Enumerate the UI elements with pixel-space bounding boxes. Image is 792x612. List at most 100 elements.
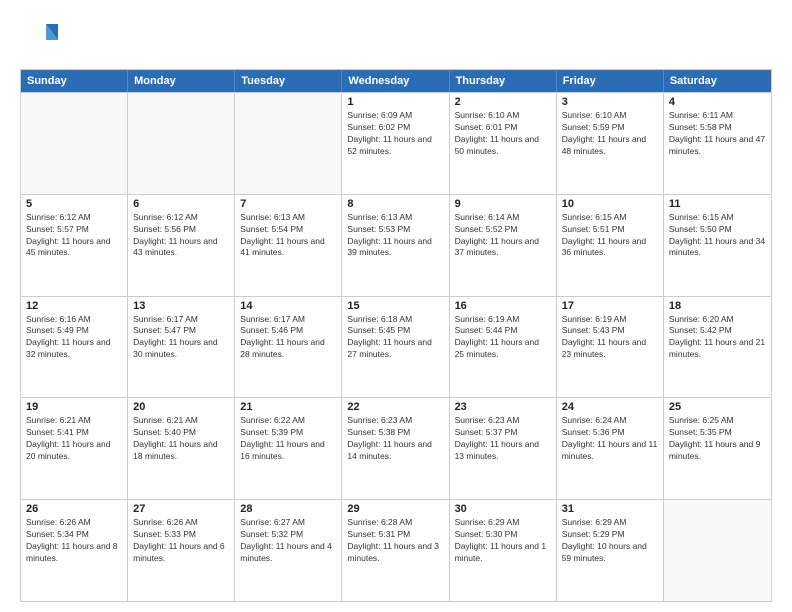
calendar-cell: 31 Sunrise: 6:29 AMSunset: 5:29 PMDayligh… [557, 500, 664, 601]
cell-info: Sunrise: 6:13 AMSunset: 5:54 PMDaylight:… [240, 212, 336, 260]
header-day-friday: Friday [557, 70, 664, 92]
calendar-cell: 25 Sunrise: 6:25 AMSunset: 5:35 PMDayligh… [664, 398, 771, 499]
cell-info: Sunrise: 6:18 AMSunset: 5:45 PMDaylight:… [347, 314, 443, 362]
cell-info: Sunrise: 6:27 AMSunset: 5:32 PMDaylight:… [240, 517, 336, 565]
cell-day-number: 6 [133, 198, 229, 210]
calendar-row-1: 5Sunrise: 6:12 AMSunset: 5:57 PMDaylight… [21, 194, 771, 296]
calendar-cell: 4Sunrise: 6:11 AMSunset: 5:58 PMDaylight… [664, 93, 771, 194]
cell-info: Sunrise: 6:10 AMSunset: 5:59 PMDaylight:… [562, 110, 658, 158]
calendar-cell: 9 Sunrise: 6:14 AMSunset: 5:52 PMDaylight… [450, 195, 557, 296]
calendar-cell: 8 Sunrise: 6:13 AMSunset: 5:53 PMDaylight… [342, 195, 449, 296]
cell-day-number: 1 [347, 96, 443, 108]
cell-info: Sunrise: 6:19 AMSunset: 5:44 PMDaylight:… [455, 314, 551, 362]
cell-info: Sunrise: 6:26 AMSunset: 5:33 PMDaylight:… [133, 517, 229, 565]
calendar-row-0: 1 Sunrise: 6:09 AMSunset: 6:02 PMDaylight… [21, 92, 771, 194]
header-day-saturday: Saturday [664, 70, 771, 92]
cell-info: Sunrise: 6:23 AMSunset: 5:38 PMDaylight:… [347, 415, 443, 463]
cell-day-number: 21 [240, 401, 336, 413]
header-day-wednesday: Wednesday [342, 70, 449, 92]
cell-info: Sunrise: 6:26 AMSunset: 5:34 PMDaylight:… [26, 517, 122, 565]
cell-info: Sunrise: 6:13 AMSunset: 5:53 PMDaylight:… [347, 212, 443, 260]
cell-day-number: 8 [347, 198, 443, 210]
calendar-header: SundayMondayTuesdayWednesdayThursdayFrid… [21, 70, 771, 92]
header-day-tuesday: Tuesday [235, 70, 342, 92]
cell-info: Sunrise: 6:21 AMSunset: 5:40 PMDaylight:… [133, 415, 229, 463]
cell-day-number: 16 [455, 300, 551, 312]
cell-day-number: 24 [562, 401, 658, 413]
calendar-row-2: 12Sunrise: 6:16 AMSunset: 5:49 PMDayligh… [21, 296, 771, 398]
page: SundayMondayTuesdayWednesdayThursdayFrid… [0, 0, 792, 612]
cell-info: Sunrise: 6:22 AMSunset: 5:39 PMDaylight:… [240, 415, 336, 463]
cell-info: Sunrise: 6:17 AMSunset: 5:46 PMDaylight:… [240, 314, 336, 362]
cell-day-number: 29 [347, 503, 443, 515]
calendar-row-3: 19 Sunrise: 6:21 AMSunset: 5:41 PMDayligh… [21, 397, 771, 499]
calendar-cell: 1 Sunrise: 6:09 AMSunset: 6:02 PMDaylight… [342, 93, 449, 194]
calendar-cell: 30Sunrise: 6:29 AMSunset: 5:30 PMDayligh… [450, 500, 557, 601]
calendar-cell: 27Sunrise: 6:26 AMSunset: 5:33 PMDayligh… [128, 500, 235, 601]
calendar-cell: 21 Sunrise: 6:22 AMSunset: 5:39 PMDayligh… [235, 398, 342, 499]
calendar-cell: 6 Sunrise: 6:12 AMSunset: 5:56 PMDaylight… [128, 195, 235, 296]
cell-info: Sunrise: 6:24 AMSunset: 5:36 PMDaylight:… [562, 415, 658, 463]
cell-day-number: 28 [240, 503, 336, 515]
calendar-cell [128, 93, 235, 194]
calendar-row-4: 26 Sunrise: 6:26 AMSunset: 5:34 PMDayligh… [21, 499, 771, 601]
cell-info: Sunrise: 6:29 AMSunset: 5:30 PMDaylight:… [455, 517, 551, 565]
calendar-cell: 18 Sunrise: 6:20 AMSunset: 5:42 PMDayligh… [664, 297, 771, 398]
calendar-cell: 11 Sunrise: 6:15 AMSunset: 5:50 PMDayligh… [664, 195, 771, 296]
cell-day-number: 7 [240, 198, 336, 210]
header-day-thursday: Thursday [450, 70, 557, 92]
cell-day-number: 20 [133, 401, 229, 413]
header [20, 18, 772, 61]
cell-day-number: 22 [347, 401, 443, 413]
calendar-cell: 14 Sunrise: 6:17 AMSunset: 5:46 PMDayligh… [235, 297, 342, 398]
cell-day-number: 3 [562, 96, 658, 108]
calendar-cell: 2Sunrise: 6:10 AMSunset: 6:01 PMDaylight… [450, 93, 557, 194]
calendar-cell: 29 Sunrise: 6:28 AMSunset: 5:31 PMDayligh… [342, 500, 449, 601]
calendar-cell: 22 Sunrise: 6:23 AMSunset: 5:38 PMDayligh… [342, 398, 449, 499]
cell-day-number: 4 [669, 96, 766, 108]
cell-day-number: 19 [26, 401, 122, 413]
calendar-cell: 23Sunrise: 6:23 AMSunset: 5:37 PMDayligh… [450, 398, 557, 499]
calendar-cell: 19 Sunrise: 6:21 AMSunset: 5:41 PMDayligh… [21, 398, 128, 499]
cell-info: Sunrise: 6:09 AMSunset: 6:02 PMDaylight:… [347, 110, 443, 158]
cell-info: Sunrise: 6:17 AMSunset: 5:47 PMDaylight:… [133, 314, 229, 362]
cell-day-number: 31 [562, 503, 658, 515]
cell-info: Sunrise: 6:21 AMSunset: 5:41 PMDaylight:… [26, 415, 122, 463]
calendar-cell [235, 93, 342, 194]
cell-day-number: 14 [240, 300, 336, 312]
cell-info: Sunrise: 6:15 AMSunset: 5:50 PMDaylight:… [669, 212, 766, 260]
calendar-cell: 28 Sunrise: 6:27 AMSunset: 5:32 PMDayligh… [235, 500, 342, 601]
calendar-cell: 5Sunrise: 6:12 AMSunset: 5:57 PMDaylight… [21, 195, 128, 296]
cell-info: Sunrise: 6:16 AMSunset: 5:49 PMDaylight:… [26, 314, 122, 362]
cell-day-number: 17 [562, 300, 658, 312]
cell-info: Sunrise: 6:29 AMSunset: 5:29 PMDaylight:… [562, 517, 658, 565]
cell-info: Sunrise: 6:25 AMSunset: 5:35 PMDaylight:… [669, 415, 766, 463]
calendar-cell: 20 Sunrise: 6:21 AMSunset: 5:40 PMDayligh… [128, 398, 235, 499]
logo-icon [20, 18, 58, 61]
cell-day-number: 26 [26, 503, 122, 515]
cell-day-number: 18 [669, 300, 766, 312]
cell-info: Sunrise: 6:14 AMSunset: 5:52 PMDaylight:… [455, 212, 551, 260]
cell-day-number: 11 [669, 198, 766, 210]
calendar-cell: 13Sunrise: 6:17 AMSunset: 5:47 PMDayligh… [128, 297, 235, 398]
calendar-cell [664, 500, 771, 601]
logo [20, 18, 60, 61]
calendar-cell: 12Sunrise: 6:16 AMSunset: 5:49 PMDayligh… [21, 297, 128, 398]
cell-day-number: 23 [455, 401, 551, 413]
cell-info: Sunrise: 6:28 AMSunset: 5:31 PMDaylight:… [347, 517, 443, 565]
cell-day-number: 9 [455, 198, 551, 210]
cell-day-number: 10 [562, 198, 658, 210]
calendar-cell: 26 Sunrise: 6:26 AMSunset: 5:34 PMDayligh… [21, 500, 128, 601]
cell-info: Sunrise: 6:19 AMSunset: 5:43 PMDaylight:… [562, 314, 658, 362]
calendar-cell: 10 Sunrise: 6:15 AMSunset: 5:51 PMDayligh… [557, 195, 664, 296]
calendar-cell: 16 Sunrise: 6:19 AMSunset: 5:44 PMDayligh… [450, 297, 557, 398]
calendar-cell: 7 Sunrise: 6:13 AMSunset: 5:54 PMDaylight… [235, 195, 342, 296]
cell-info: Sunrise: 6:15 AMSunset: 5:51 PMDaylight:… [562, 212, 658, 260]
calendar-cell: 15Sunrise: 6:18 AMSunset: 5:45 PMDayligh… [342, 297, 449, 398]
cell-info: Sunrise: 6:12 AMSunset: 5:56 PMDaylight:… [133, 212, 229, 260]
calendar: SundayMondayTuesdayWednesdayThursdayFrid… [20, 69, 772, 602]
calendar-cell: 17 Sunrise: 6:19 AMSunset: 5:43 PMDayligh… [557, 297, 664, 398]
cell-day-number: 25 [669, 401, 766, 413]
cell-info: Sunrise: 6:20 AMSunset: 5:42 PMDaylight:… [669, 314, 766, 362]
cell-info: Sunrise: 6:12 AMSunset: 5:57 PMDaylight:… [26, 212, 122, 260]
